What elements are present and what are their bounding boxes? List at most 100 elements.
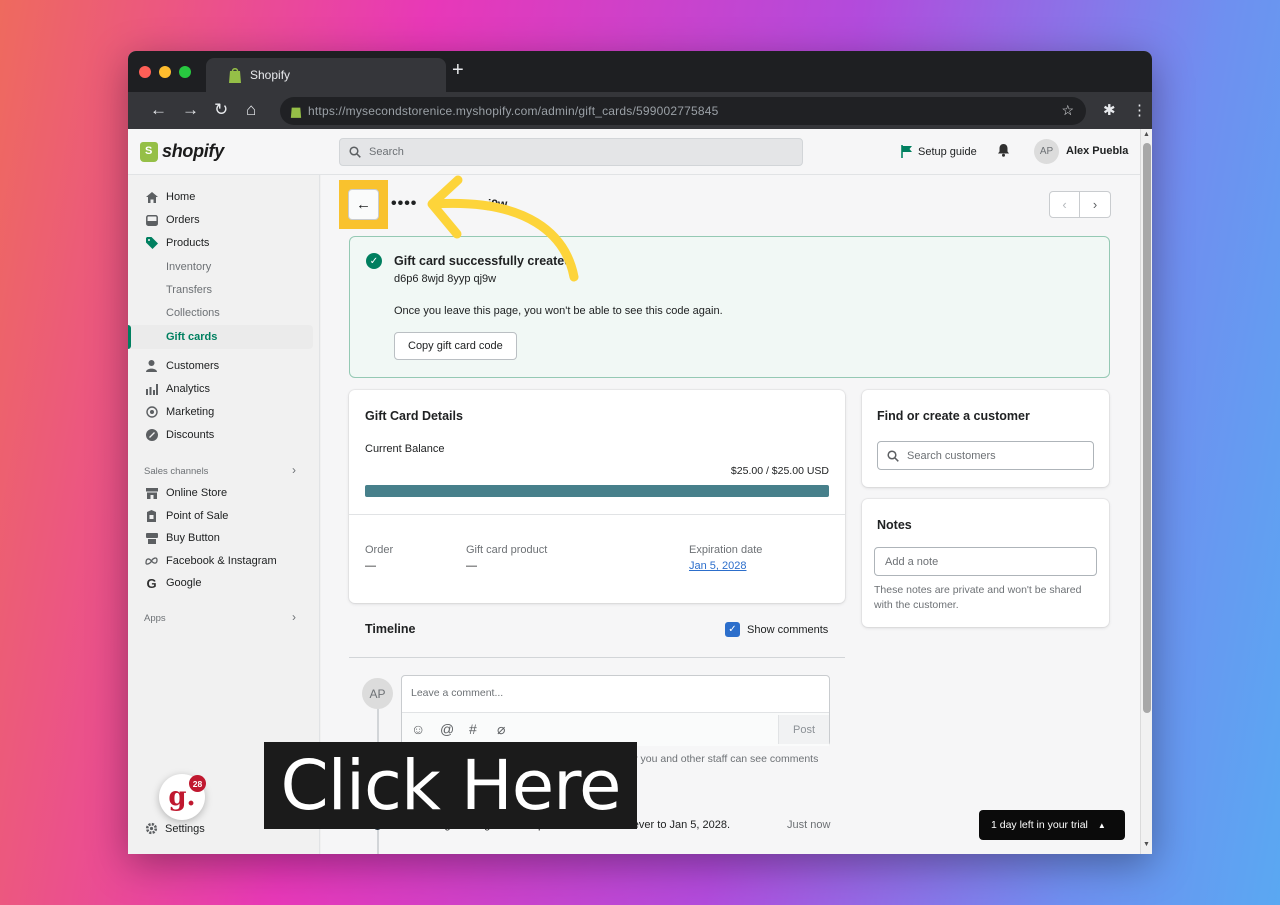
browser-menu-icon[interactable]: ⋮: [1132, 101, 1147, 119]
sidebar-item-inventory[interactable]: Inventory: [166, 261, 211, 273]
sidebar-item-products[interactable]: Products: [145, 237, 209, 249]
address-bar[interactable]: https://mysecondstorenice.myshopify.com/…: [280, 97, 1086, 125]
mention-icon[interactable]: @: [440, 721, 454, 737]
sidebar-item-label: Marketing: [166, 406, 215, 418]
sidebar-item-label: Home: [166, 191, 196, 203]
setup-guide-button[interactable]: Setup guide: [901, 145, 977, 158]
sidebar-item-collections[interactable]: Collections: [166, 307, 220, 319]
sidebar-item-marketing[interactable]: Marketing: [145, 406, 214, 418]
comment-input[interactable]: Leave a comment...: [411, 687, 503, 699]
sidebar-item-label: Google: [166, 577, 202, 589]
shopify-logo[interactable]: shopify: [140, 141, 224, 162]
gift-card-product-label: Gift card product: [466, 544, 548, 556]
sidebar-item-home[interactable]: Home: [145, 191, 195, 203]
sidebar-item-settings[interactable]: Settings: [145, 822, 205, 835]
forward-arrow-icon[interactable]: →: [182, 100, 199, 120]
trial-text: 1 day left in your trial: [991, 819, 1088, 831]
trial-banner[interactable]: 1 day left in your trial ▲: [979, 810, 1125, 840]
active-item-indicator: [128, 325, 131, 349]
card-title: Gift Card Details: [365, 409, 463, 423]
meta-icon: [145, 555, 158, 567]
show-comments-label: Show comments: [747, 623, 829, 636]
order-label: Order: [365, 544, 394, 556]
show-comments-checkbox[interactable]: ✓ Show comments: [725, 622, 828, 637]
sales-channels-heading: Sales channels: [144, 466, 209, 477]
search-customers-placeholder: Search customers: [907, 449, 996, 462]
sidebar-item-label: Facebook & Instagram: [166, 555, 277, 567]
user-avatar[interactable]: AP: [1034, 139, 1059, 164]
back-arrow-icon[interactable]: ←: [150, 100, 167, 120]
extensions-puzzle-icon[interactable]: ✱: [1103, 101, 1116, 119]
shopify-top-bar: shopify Search Setup guide AP Alex Puebl…: [128, 129, 1140, 175]
gift-card-code: d6p6 8wjd 8yyp qj9w: [394, 273, 497, 285]
orders-icon: [145, 214, 158, 226]
checkmark-circle-icon: ✓: [366, 253, 382, 269]
add-note-input[interactable]: Add a note: [874, 547, 1097, 576]
search-customers-input[interactable]: Search customers: [877, 441, 1094, 470]
staff-comments-note: Only you and other staff can see comment…: [616, 753, 819, 765]
sidebar-item-analytics[interactable]: Analytics: [145, 383, 210, 395]
maximize-window-button[interactable]: [179, 66, 191, 78]
browser-tab-bar: Shopify +: [128, 51, 1152, 92]
scroll-down-icon[interactable]: ▼: [1143, 841, 1150, 848]
sidebar-item-google[interactable]: G Google: [145, 575, 202, 591]
page-title-masked: ••••: [391, 195, 418, 212]
gift-card-product-value: —: [466, 560, 477, 572]
emoji-icon[interactable]: ☺: [411, 721, 425, 737]
bookmark-star-icon[interactable]: ☆: [1061, 102, 1074, 119]
card-title: Find or create a customer: [877, 409, 1030, 423]
store-icon: [145, 487, 158, 499]
next-record-button[interactable]: ›: [1080, 191, 1111, 218]
sidebar-item-label: Discounts: [166, 429, 215, 441]
browser-tab[interactable]: Shopify: [206, 58, 446, 92]
banner-title: Gift card successfully created: [394, 254, 572, 268]
card-title: Notes: [877, 518, 912, 532]
browser-window: Shopify + ← → ↻ ⌂ https://mysecondstoren…: [128, 51, 1152, 854]
scroll-up-icon[interactable]: ▲: [1143, 131, 1150, 138]
sidebar-item-label: Online Store: [166, 487, 228, 499]
close-window-button[interactable]: [139, 66, 151, 78]
sidebar-item-discounts[interactable]: Discounts: [145, 429, 214, 441]
home-browser-icon[interactable]: ⌂: [246, 100, 256, 120]
google-icon: G: [146, 575, 157, 591]
chevron-right-icon: ›: [1092, 197, 1098, 212]
scroll-thumb[interactable]: [1143, 143, 1151, 713]
previous-record-button[interactable]: ‹: [1049, 191, 1080, 218]
copy-gift-card-code-button[interactable]: Copy gift card code: [394, 332, 517, 360]
search-icon: [349, 146, 361, 158]
post-button[interactable]: Post: [778, 715, 829, 744]
page-title-tail: j9w: [488, 197, 508, 211]
reload-icon[interactable]: ↻: [214, 100, 228, 120]
target-icon: [145, 406, 158, 418]
sidebar-item-online-store[interactable]: Online Store: [145, 487, 227, 499]
back-button[interactable]: ←: [348, 189, 379, 220]
page-scrollbar[interactable]: ▲ ▼: [1140, 129, 1152, 854]
new-tab-button[interactable]: +: [452, 60, 464, 80]
minimize-window-button[interactable]: [159, 66, 171, 78]
hashtag-icon[interactable]: #: [469, 721, 477, 737]
tag-icon: [145, 237, 158, 249]
global-search-input[interactable]: Search: [339, 138, 803, 166]
arrow-left-icon: ←: [356, 196, 371, 213]
chevron-right-icon[interactable]: ›: [292, 610, 296, 624]
chevron-left-icon: ‹: [1062, 197, 1067, 212]
buy-button-icon: [145, 532, 158, 544]
sidebar-item-buy-button[interactable]: Buy Button: [145, 532, 220, 544]
bell-icon[interactable]: [997, 143, 1010, 160]
sidebar-item-gift-cards[interactable]: Gift cards: [166, 331, 217, 343]
discount-icon: [145, 429, 158, 441]
chevron-right-icon[interactable]: ›: [292, 463, 296, 477]
expiration-date-link[interactable]: Jan 5, 2028: [689, 560, 747, 572]
sidebar-item-transfers[interactable]: Transfers: [166, 284, 212, 296]
sidebar-item-customers[interactable]: Customers: [145, 360, 219, 372]
sidebar-item-facebook-instagram[interactable]: Facebook & Instagram: [145, 555, 277, 567]
home-icon: [145, 191, 158, 203]
sidebar-item-orders[interactable]: Orders: [145, 214, 200, 226]
caret-up-icon: ▲: [1097, 820, 1106, 830]
divider: [349, 514, 845, 515]
attachment-icon[interactable]: ⌀: [497, 721, 505, 738]
search-placeholder: Search: [369, 146, 404, 158]
user-name[interactable]: Alex Puebla: [1066, 145, 1128, 157]
sidebar-item-point-of-sale[interactable]: Point of Sale: [145, 510, 228, 522]
shopify-bag-icon: [140, 141, 158, 162]
